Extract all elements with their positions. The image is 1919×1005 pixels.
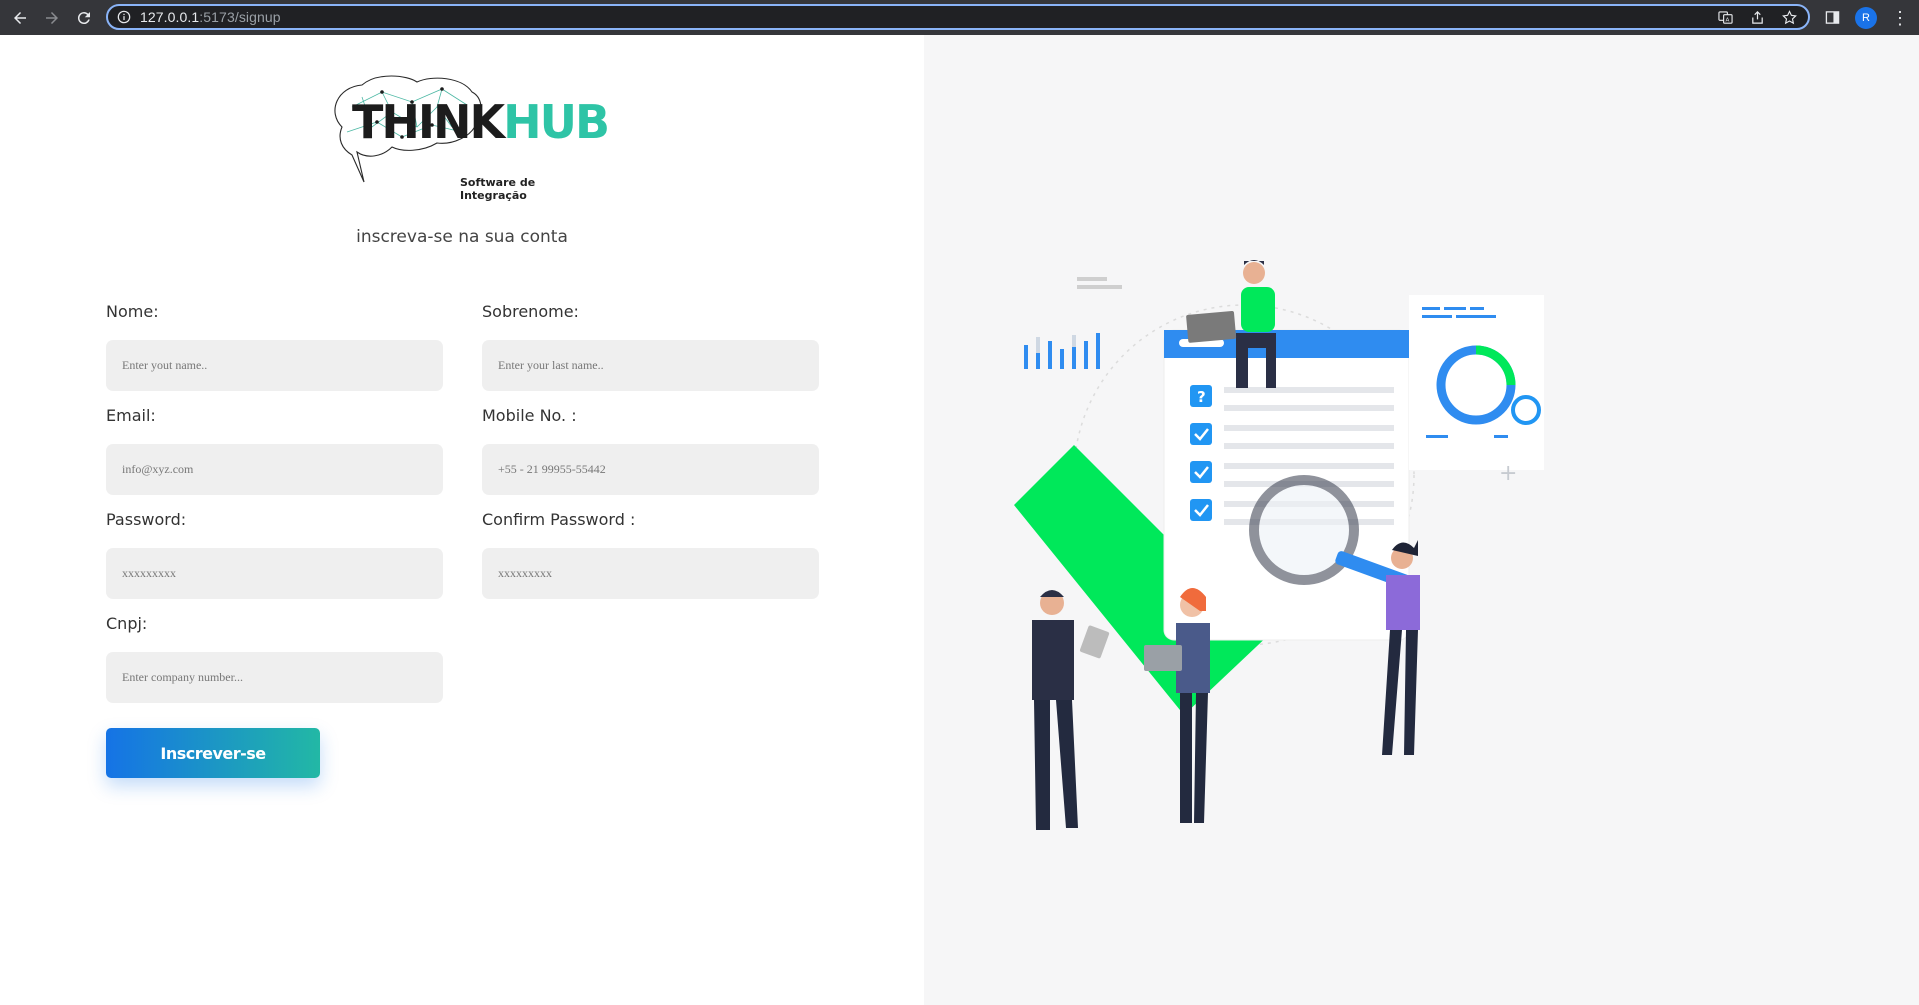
share-icon[interactable]: [1748, 8, 1766, 26]
logo-wordmark: THINKHUB: [352, 95, 610, 149]
sobrenome-input[interactable]: [482, 340, 819, 391]
svg-text:A: A: [1725, 17, 1729, 23]
svg-text:?: ?: [1197, 388, 1206, 406]
password-label: Password:: [106, 510, 187, 529]
mobile-input[interactable]: [482, 444, 819, 495]
cnpj-label: Cnpj:: [106, 614, 148, 633]
signup-button[interactable]: Inscrever-se: [106, 728, 320, 778]
confirm-password-input[interactable]: [482, 548, 819, 599]
logo-tagline: Software de Integração: [460, 176, 536, 202]
sobrenome-label: Sobrenome:: [482, 302, 579, 321]
confirm-password-label: Confirm Password :: [482, 510, 636, 529]
password-input[interactable]: [106, 548, 443, 599]
url-host: 127.0.0.1: [140, 9, 200, 25]
site-info-icon[interactable]: [116, 9, 132, 25]
address-bar[interactable]: 127.0.0.1:5173/signup A: [106, 4, 1810, 30]
forward-icon[interactable]: [40, 6, 64, 30]
side-panel-icon[interactable]: [1823, 9, 1841, 27]
reload-icon[interactable]: [72, 6, 96, 30]
nome-label: Nome:: [106, 302, 159, 321]
bookmark-star-icon[interactable]: [1780, 8, 1798, 26]
nome-input[interactable]: [106, 340, 443, 391]
form-subtitle: inscreva-se na sua conta: [356, 227, 568, 247]
back-icon[interactable]: [8, 6, 32, 30]
team-checklist-illustration: ? +: [1014, 260, 1544, 830]
translate-icon[interactable]: A: [1716, 8, 1734, 26]
cnpj-input[interactable]: [106, 652, 443, 703]
url-text: 127.0.0.1:5173/signup: [140, 9, 281, 25]
url-path: :5173/signup: [199, 9, 281, 25]
email-label: Email:: [106, 406, 156, 425]
profile-avatar[interactable]: R: [1855, 6, 1877, 29]
svg-text:+: +: [1499, 461, 1517, 486]
browser-toolbar: 127.0.0.1:5173/signup A R ⋮: [0, 0, 1919, 35]
mobile-label: Mobile No. :: [482, 406, 577, 425]
email-input[interactable]: [106, 444, 443, 495]
illustration-panel: ? +: [924, 35, 1919, 1005]
signup-page: THINKHUB Software de Integração inscreva…: [0, 35, 1919, 1005]
menu-icon[interactable]: ⋮: [1891, 9, 1909, 27]
logo-hub: HUB: [503, 95, 610, 149]
logo-think: THINK: [352, 95, 505, 149]
signup-form-panel: THINKHUB Software de Integração inscreva…: [0, 35, 924, 1005]
thinkhub-logo: THINKHUB Software de Integração: [322, 67, 610, 202]
